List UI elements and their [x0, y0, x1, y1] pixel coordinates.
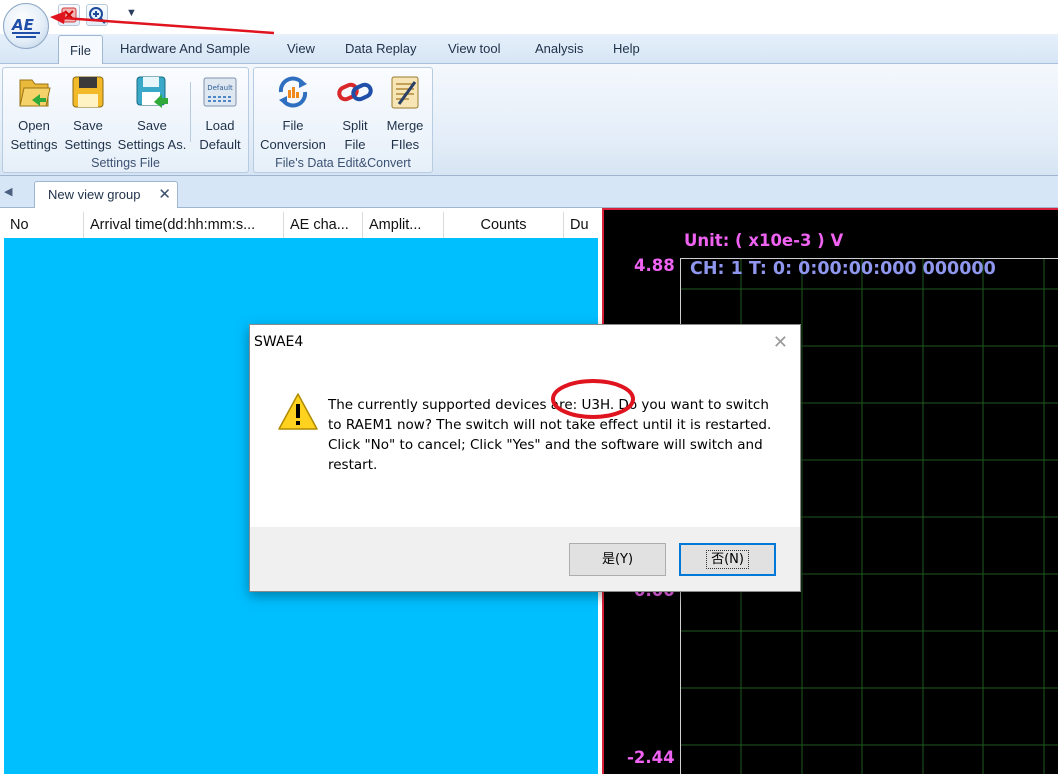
merge-files-label-2: FIles — [390, 137, 420, 152]
dialog-close-icon[interactable]: ✕ — [773, 332, 788, 353]
column-header-duration[interactable]: Du — [564, 212, 598, 238]
warning-icon — [278, 393, 318, 430]
column-header-amplitude[interactable]: Amplit... — [363, 212, 444, 238]
dialog-title: SWAE4 — [254, 334, 304, 350]
save-settings-as-label-1: Save — [137, 118, 167, 133]
view-group-tab-strip: ◀ New view group ✕ — [0, 176, 1058, 208]
table-header: No Arrival time(dd:hh:mm:s... AE cha... … — [4, 212, 598, 239]
ribbon-panel: Open Settings Save Settings Save Setting… — [0, 64, 1058, 176]
y-tick-min: -2.44 — [627, 748, 675, 767]
merge-notepad-icon — [391, 76, 419, 109]
dialog-message-line: The currently supported devices are: U3H… — [328, 397, 772, 433]
quick-access-toolbar: ▼ — [0, 0, 1058, 34]
ribbon-group-label: Settings File — [91, 156, 160, 170]
column-header-no[interactable]: No — [4, 212, 84, 238]
ribbon-group-label: File's Data Edit&Convert — [275, 156, 411, 170]
load-default-label-1: Load — [205, 118, 235, 133]
customize-toolbar-icon[interactable]: ▼ — [126, 7, 137, 19]
open-settings-label-1: Open — [18, 118, 50, 133]
merge-files-label-1: Merge — [386, 118, 424, 133]
default-settings-icon: Default — [203, 77, 237, 107]
unit-label: Unit: ( x10e-3 ) V — [684, 231, 844, 250]
tab-hardware-and-sample[interactable]: Hardware And Sample — [120, 34, 250, 64]
tab-view[interactable]: View — [287, 34, 315, 64]
save-settings-label-1: Save — [73, 118, 103, 133]
zoom-in-icon[interactable] — [86, 4, 108, 26]
load-default-button[interactable]: Default Load Default — [193, 70, 247, 154]
save-settings-as-label-2: Settings As. — [117, 137, 187, 152]
merge-files-button[interactable]: Merge FIles — [380, 70, 430, 154]
file-conversion-icon — [278, 76, 308, 108]
close-file-icon[interactable] — [58, 4, 80, 26]
ribbon-tab-bar: File Hardware And Sample View Data Repla… — [0, 34, 1058, 65]
save-settings-button[interactable]: Save Settings — [61, 70, 115, 154]
split-file-label-1: Split — [342, 118, 368, 133]
file-conversion-button[interactable]: File Conversion — [256, 70, 330, 154]
dialog-message: The currently supported devices are: U3H… — [328, 395, 773, 475]
tab-new-view-group[interactable]: New view group ✕ — [34, 181, 178, 208]
dialog-button-bar: 是(Y) 否(N) — [250, 527, 800, 591]
save-settings-as-button[interactable]: Save Settings As. — [115, 70, 189, 154]
ribbon-group-data-edit-convert: File Conversion Split File Merge FIles F… — [253, 67, 433, 173]
switch-device-dialog: SWAE4 ✕ The currently supported devices … — [249, 324, 801, 592]
split-file-button[interactable]: Split File — [330, 70, 380, 154]
dialog-message-line: Click "No" to cancel; Click "Yes" and th… — [328, 437, 763, 473]
file-conversion-label-1: File — [282, 118, 304, 133]
ribbon-separator — [190, 82, 191, 142]
tab-file[interactable]: File — [58, 35, 103, 65]
column-header-ae-channel[interactable]: AE cha... — [284, 212, 363, 238]
svg-text:AE: AE — [11, 16, 35, 34]
ribbon-group-settings-file: Open Settings Save Settings Save Setting… — [2, 67, 249, 173]
tab-analysis[interactable]: Analysis — [535, 34, 583, 64]
open-settings-label-2: Settings — [10, 137, 58, 152]
file-conversion-label-2: Conversion — [260, 137, 326, 152]
y-tick-max: 4.88 — [634, 256, 675, 275]
no-button[interactable]: 否(N) — [679, 543, 776, 576]
chain-link-icon — [337, 82, 373, 102]
no-button-label: 否(N) — [706, 550, 749, 569]
application-menu-button[interactable]: AE — [3, 3, 49, 49]
view-group-tab-label: New view group — [48, 187, 141, 202]
open-folder-icon — [19, 79, 51, 107]
save-disk-icon — [72, 76, 104, 108]
svg-text:Default: Default — [207, 84, 233, 92]
column-header-counts[interactable]: Counts — [444, 212, 564, 238]
column-header-arrival-time[interactable]: Arrival time(dd:hh:mm:s... — [84, 212, 284, 238]
scroll-left-icon[interactable]: ◀ — [4, 185, 12, 198]
tab-data-replay[interactable]: Data Replay — [345, 34, 417, 64]
close-tab-icon[interactable]: ✕ — [158, 185, 171, 203]
tab-help[interactable]: Help — [613, 34, 640, 64]
save-settings-label-2: Settings — [64, 137, 112, 152]
save-as-disk-icon — [136, 76, 168, 108]
yes-button[interactable]: 是(Y) — [569, 543, 666, 576]
split-file-label-2: File — [344, 137, 366, 152]
app-window: ▼ AE File Hardware And Sample View Data … — [0, 0, 1058, 774]
app-logo-icon: AE — [11, 16, 40, 38]
load-default-label-2: Default — [199, 137, 241, 152]
open-settings-button[interactable]: Open Settings — [7, 70, 61, 154]
channel-time-readout: CH: 1 T: 0: 0:00:00:000 000000 — [690, 259, 996, 279]
tab-view-tool[interactable]: View tool — [448, 34, 501, 64]
